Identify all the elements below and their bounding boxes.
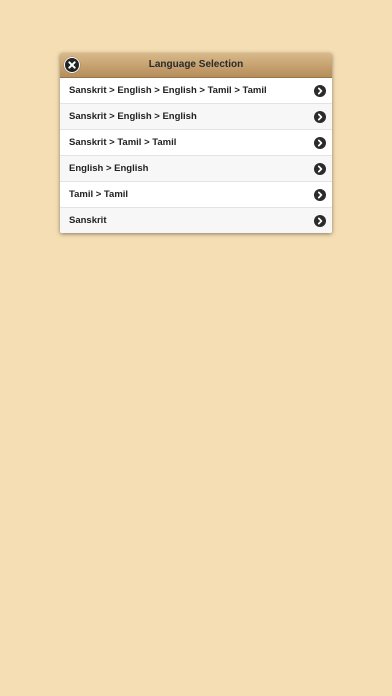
language-option[interactable]: Sanskrit > English > English > Tamil > T… [60,78,332,104]
language-option-label: Tamil > Tamil [69,189,129,200]
chevron-right-icon[interactable] [314,189,326,201]
chevron-right-icon[interactable] [314,215,326,227]
language-option[interactable]: Sanskrit > English > English [60,104,332,130]
language-option-label: Sanskrit > English > English > Tamil > T… [69,85,267,96]
dialog-header: Language Selection [60,53,332,78]
language-option[interactable]: Tamil > Tamil [60,182,332,208]
language-option-label: Sanskrit > English > English [69,111,197,122]
language-list: Sanskrit > English > English > Tamil > T… [60,78,332,233]
dialog-title: Language Selection [148,59,244,70]
language-option-label: English > English [69,163,149,174]
language-option[interactable]: Sanskrit [60,208,332,233]
chevron-right-icon[interactable] [314,137,326,149]
language-option-label: Sanskrit [69,215,107,226]
language-option[interactable]: English > English [60,156,332,182]
language-option[interactable]: Sanskrit > Tamil > Tamil [60,130,332,156]
chevron-right-icon[interactable] [314,163,326,175]
language-selection-dialog: Language Selection Sanskrit > English > … [60,53,332,233]
language-option-label: Sanskrit > Tamil > Tamil [69,137,177,148]
chevron-right-icon[interactable] [314,111,326,123]
chevron-right-icon[interactable] [314,85,326,97]
